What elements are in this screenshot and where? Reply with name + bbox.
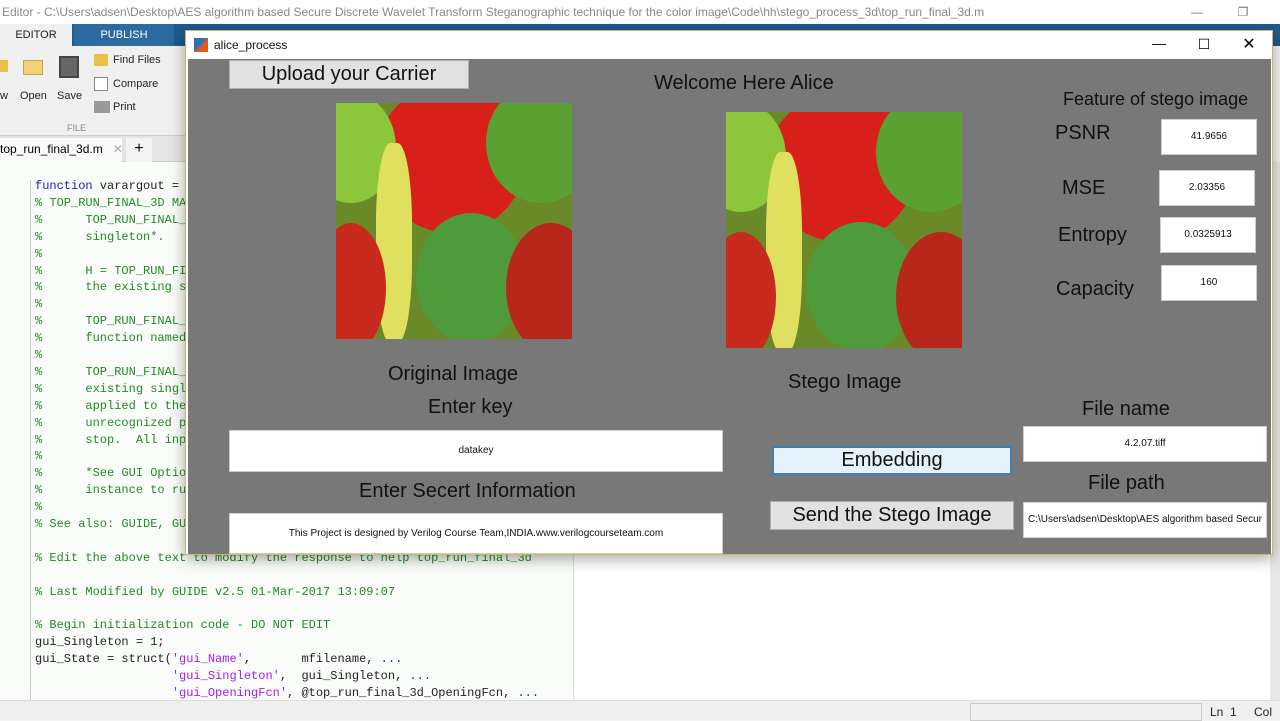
code-line: % stop. All inp [35,432,187,447]
entropy-label: Entropy [1058,224,1127,246]
code-line: % TOP_RUN_FINAL_ [35,212,187,227]
code-line: % [35,297,43,312]
compare-button[interactable]: Compare [113,78,158,90]
secret-info-input[interactable]: This Project is designed by Verilog Cour… [229,513,723,554]
find-files-button[interactable]: Find Files [113,54,161,66]
file-path-field[interactable]: C:\Users\adsen\Desktop\AES algorithm bas… [1023,502,1267,538]
code-line: % [35,500,43,515]
code-line: % TOP_RUN_FINAL_3D MA [35,195,187,210]
capacity-label: Capacity [1056,278,1134,300]
code-line: % [35,348,43,362]
upload-carrier-button[interactable]: Upload your Carrier [229,60,469,89]
secret-info-label: Enter Secert Information [359,480,576,502]
ribbon-file-section: w Open Save Find Files Compare Print FIL… [0,46,190,136]
code-line: % [35,246,43,261]
welcome-heading: Welcome Here Alice [654,72,834,94]
maximize-button[interactable]: ❐ [1220,0,1266,24]
code-line: % unrecognized p [35,415,187,430]
open-folder-icon [23,60,43,75]
code-line: gui_Singleton = 1; [35,635,165,650]
code-line: % H = TOP_RUN_FI [35,263,187,278]
file-tabs: top_run_final_3d.m ✕ + [0,136,190,162]
embedding-button[interactable]: Embedding [772,446,1012,475]
mse-label: MSE [1062,177,1106,199]
code-line: % See also: GUIDE, GU [35,517,187,531]
send-stego-button[interactable]: Send the Stego Image [770,501,1014,530]
mse-field[interactable]: 2.03356 [1159,170,1255,206]
status-bar: Ln 1 Col [0,700,1280,721]
compare-icon [94,77,108,91]
features-title: Feature of stego image [1063,89,1249,109]
psnr-field[interactable]: 41.9656 [1161,119,1257,155]
status-message [970,703,1202,721]
new-icon [0,60,8,72]
capacity-field[interactable]: 160 [1161,265,1257,301]
stego-image [726,112,962,348]
alice-process-window: alice_process — ☐ ✕ Upload your Carrier … [185,30,1273,555]
code-line: % instance to ru [35,483,187,498]
psnr-label: PSNR [1055,122,1111,144]
original-image [336,103,572,339]
code-line: % the existing s [35,280,187,295]
code-line: % function named [35,331,187,346]
matlab-icon [194,38,208,52]
stego-image-label: Stego Image [788,371,902,393]
dialog-titlebar: alice_process — ☐ ✕ [186,31,1272,59]
open-button[interactable]: Open [20,90,47,102]
code-line: % applied to the [35,398,187,413]
code-line: % Last Modified by GUIDE v2.5 01-Mar-201… [35,584,396,599]
code-line: % TOP_RUN_FINAL_ [35,364,187,379]
code-line: % singleton*. [35,229,165,244]
print-button[interactable]: Print [113,101,136,113]
dialog-title: alice_process [214,38,288,52]
file-name-label: File name [1082,398,1170,420]
window-title: Editor - C:\Users\adsen\Desktop\AES algo… [0,0,1280,24]
code-line: % Begin initialization code - DO NOT EDI… [35,618,331,633]
code-line: % existing singl [35,381,187,396]
file-tab-label: top_run_final_3d.m [0,142,103,156]
find-files-icon [94,54,108,66]
code-line: function varargout = [35,179,187,193]
close-button[interactable]: ✕ [1234,34,1264,54]
code-line: % [35,449,43,464]
file-name-field[interactable]: 4.2.07.tiff [1023,426,1267,462]
original-image-label: Original Image [388,363,519,385]
tab-publish[interactable]: PUBLISH [74,24,174,46]
code-line: 'gui_Singleton', gui_Singleton, ... [171,669,432,684]
gutter-line [30,180,31,700]
maximize-button[interactable]: ☐ [1189,36,1219,53]
code-line: % *See GUI Optio [35,466,187,481]
save-icon [59,56,79,78]
new-button[interactable]: w [0,90,8,102]
code-line: % TOP_RUN_FINAL_ [35,314,187,329]
ln-value: 1 [1230,705,1237,719]
col-label: Col [1254,705,1273,719]
save-button[interactable]: Save [57,90,82,102]
dialog-body: Upload your Carrier Welcome Here Alice F… [188,59,1271,554]
file-path-label: File path [1088,472,1165,494]
section-label: FILE [67,123,87,133]
entropy-field[interactable]: 0.0325913 [1160,217,1256,253]
key-input[interactable]: datakey [229,430,723,472]
tab-editor[interactable]: EDITOR [0,24,72,46]
minimize-button[interactable]: — [1174,0,1220,24]
enter-key-label: Enter key [428,396,513,418]
new-tab-button[interactable]: + [126,138,152,162]
close-tab-icon[interactable]: ✕ [113,142,123,156]
code-line: gui_State = struct('gui_Name', mfilename… [35,652,403,667]
ln-label: Ln [1210,705,1224,719]
file-tab[interactable]: top_run_final_3d.m ✕ [0,138,123,162]
print-icon [94,101,110,113]
minimize-button[interactable]: — [1144,35,1174,51]
